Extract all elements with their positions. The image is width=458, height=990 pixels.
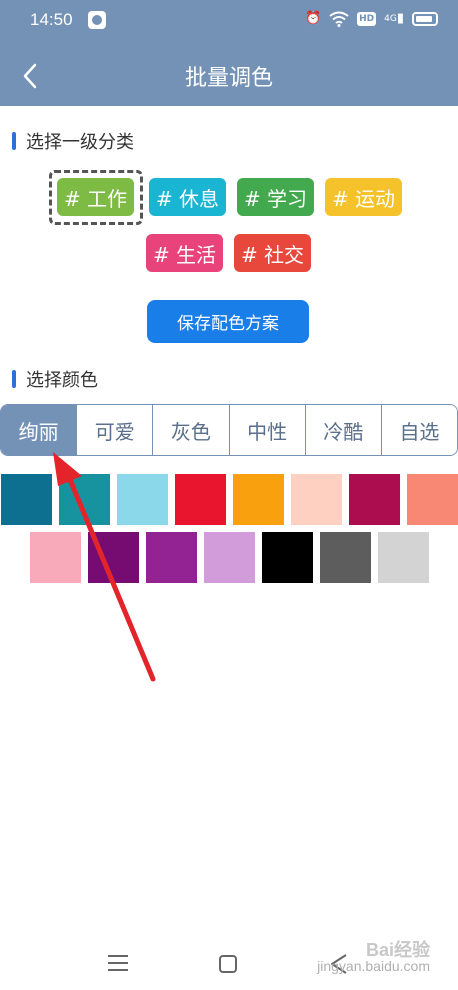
watermark: Bai经验 jingyan.baidu.com <box>317 940 430 974</box>
watermark-brand: Bai经验 <box>365 940 430 960</box>
watermark-url: jingyan.baidu.com <box>317 958 430 974</box>
nav-home-button[interactable] <box>219 955 237 973</box>
nav-menu-button[interactable] <box>108 955 128 973</box>
annotation-arrow <box>53 452 156 682</box>
